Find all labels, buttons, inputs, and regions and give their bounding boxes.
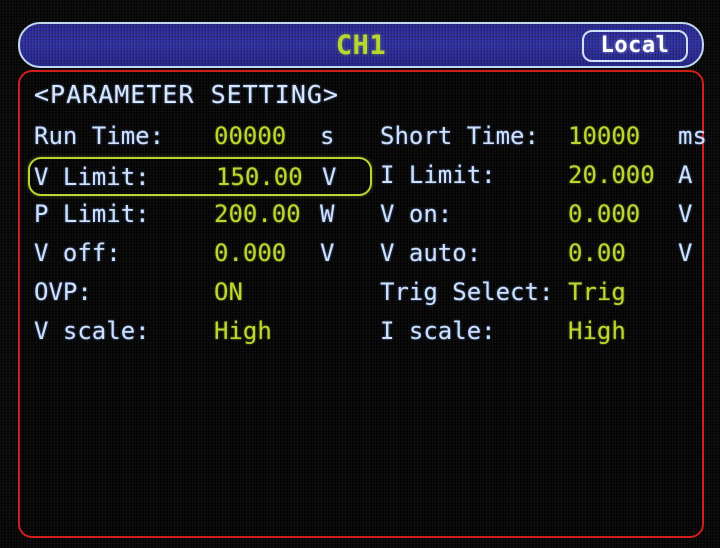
param-row-p-limit[interactable]: P Limit: 200.00 W (28, 196, 372, 235)
param-value[interactable]: 0.00 (568, 238, 626, 268)
param-unit: V (320, 239, 335, 267)
param-value[interactable]: 200.00 (214, 199, 301, 229)
param-value[interactable]: Trig (568, 277, 626, 307)
param-value[interactable]: 0.000 (568, 199, 640, 229)
param-row-v-scale[interactable]: V scale: High (28, 313, 372, 352)
param-label: OVP: (34, 278, 92, 306)
param-value[interactable]: ON (214, 277, 243, 307)
param-unit: V (678, 200, 693, 228)
param-label: I Limit: (380, 161, 496, 189)
param-value[interactable]: 00000 (214, 121, 286, 151)
header-bar: CH1 Local (18, 22, 704, 68)
param-row-short-time[interactable]: Short Time: 10000 ms (374, 118, 707, 157)
param-value[interactable]: 150.00 (216, 162, 303, 192)
param-label: Trig Select: (380, 278, 554, 306)
param-row-i-scale[interactable]: I scale: High (374, 313, 700, 352)
param-unit: V (322, 163, 337, 191)
param-label: Short Time: (380, 122, 539, 150)
param-label: V scale: (34, 317, 150, 345)
param-value[interactable]: 20.000 (568, 160, 655, 190)
parameter-column-right: Short Time: 10000 ms I Limit: 20.000 A V on: 0.… (374, 118, 707, 352)
param-unit: W (320, 200, 335, 228)
parameter-column-left: Run Time: 00000 s V Limit: 150.00 V P Limit: 20… (28, 118, 372, 352)
param-row-v-on[interactable]: V on: 0.000 V (374, 196, 700, 235)
param-value[interactable]: 10000 (568, 121, 640, 151)
param-label: V off: (34, 239, 121, 267)
instrument-screen: CH1 Local <PARAMETER SETTING> Run Time: 0… (0, 0, 720, 548)
param-value[interactable]: 0.000 (214, 238, 286, 268)
param-unit: V (678, 239, 693, 267)
param-label: V auto: (380, 239, 482, 267)
param-label: I scale: (380, 317, 496, 345)
local-remote-badge[interactable]: Local (582, 30, 688, 62)
param-unit: ms (678, 122, 707, 150)
param-unit: A (678, 161, 693, 189)
param-row-ovp[interactable]: OVP: ON (28, 274, 372, 313)
param-value[interactable]: High (214, 316, 272, 346)
param-label: V Limit: (34, 163, 150, 191)
param-unit: s (320, 122, 335, 150)
param-row-i-limit[interactable]: I Limit: 20.000 A (374, 157, 700, 196)
param-value[interactable]: High (568, 316, 626, 346)
param-row-run-time[interactable]: Run Time: 00000 s (28, 118, 372, 157)
page-title: <PARAMETER SETTING> (34, 80, 339, 109)
param-row-v-auto[interactable]: V auto: 0.00 V (374, 235, 700, 274)
param-label: Run Time: (34, 122, 165, 150)
param-label: V on: (380, 200, 453, 228)
param-label: P Limit: (34, 200, 150, 228)
param-row-v-limit[interactable]: V Limit: 150.00 V (28, 157, 372, 196)
param-row-trig-select[interactable]: Trig Select: Trig (374, 274, 700, 313)
param-row-v-off[interactable]: V off: 0.000 V (28, 235, 372, 274)
parameter-setting-panel: <PARAMETER SETTING> Run Time: 00000 s V Lim… (18, 70, 707, 538)
